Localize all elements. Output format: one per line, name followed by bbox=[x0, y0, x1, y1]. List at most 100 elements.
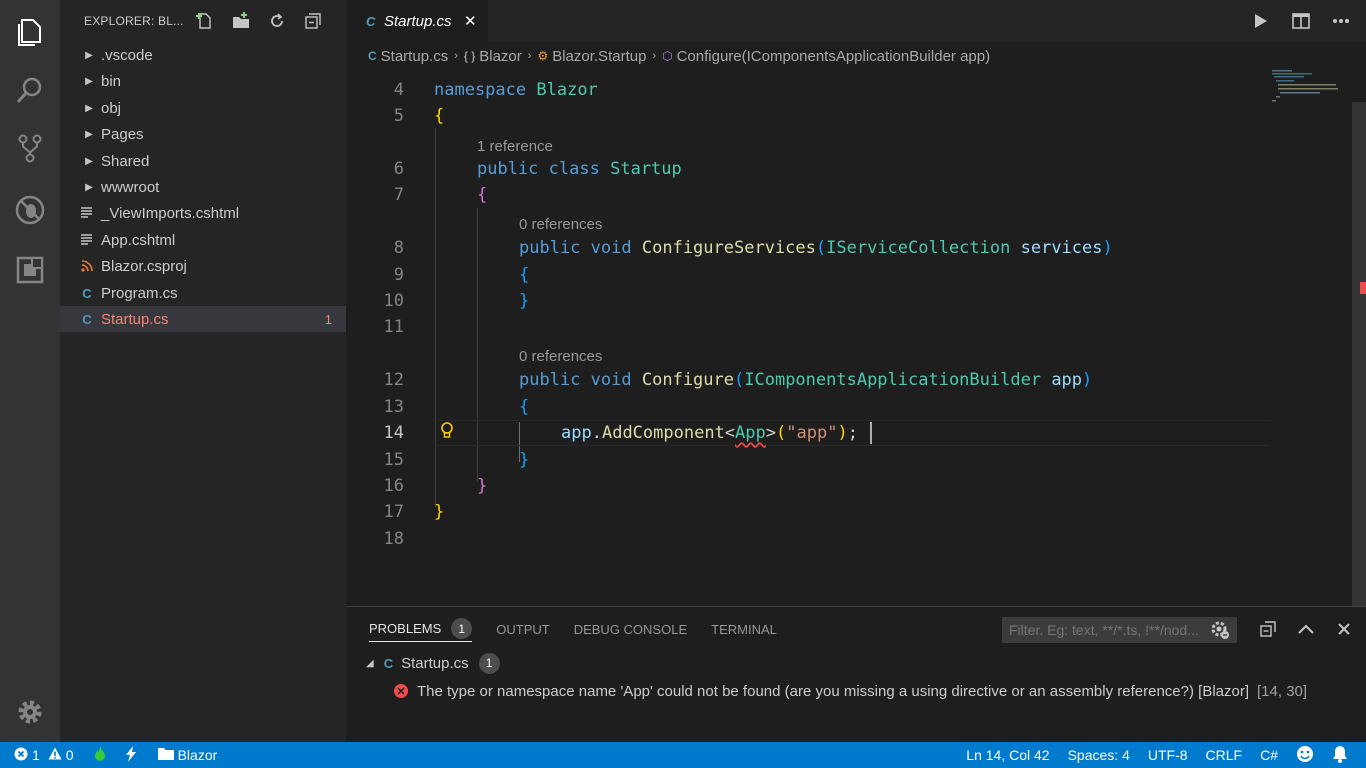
punctuation: < bbox=[724, 423, 736, 443]
vertical-scrollbar[interactable] bbox=[1352, 102, 1366, 606]
file-lines-icon bbox=[79, 232, 95, 248]
file-blazor-csproj[interactable]: Blazor.csproj bbox=[60, 253, 346, 279]
split-editor-icon[interactable] bbox=[1290, 10, 1312, 32]
tab-label: Startup.cs bbox=[384, 12, 452, 30]
new-file-icon[interactable] bbox=[194, 10, 216, 32]
folder-vscode[interactable]: ▶ .vscode bbox=[60, 42, 346, 68]
lightning-icon[interactable] bbox=[125, 745, 136, 765]
collapse-all-icon[interactable] bbox=[1258, 619, 1278, 639]
code-lens[interactable]: 0 references bbox=[519, 348, 602, 365]
code-lens[interactable]: 0 references bbox=[519, 216, 602, 233]
collapse-all-icon[interactable] bbox=[302, 10, 324, 32]
file-program-cs[interactable]: C Program.cs bbox=[60, 280, 346, 306]
file-startup-cs[interactable]: C Startup.cs 1 bbox=[60, 306, 346, 332]
status-bar: 1 0 Blazor Ln 14, Col 42 Spaces: 4 UTF-8… bbox=[0, 742, 1366, 768]
breadcrumb-method[interactable]: ⬡ Configure(IComponentsApplicationBuilde… bbox=[662, 48, 990, 65]
file-app-cshtml[interactable]: App.cshtml bbox=[60, 227, 346, 253]
problem-file-row[interactable]: ◢ C Startup.cs 1 bbox=[366, 651, 500, 675]
folder-bin[interactable]: ▶ bin bbox=[60, 68, 346, 94]
brace: } bbox=[519, 291, 530, 311]
notifications-bell-icon[interactable] bbox=[1332, 745, 1348, 766]
run-icon[interactable] bbox=[1250, 10, 1272, 32]
close-panel-icon[interactable] bbox=[1334, 619, 1354, 639]
tab-problems[interactable]: PROBLEMS 1 bbox=[369, 616, 473, 642]
problem-item[interactable]: ✕ The type or namespace name 'App' could… bbox=[394, 679, 1307, 703]
folder-shared[interactable]: ▶ Shared bbox=[60, 148, 346, 174]
chevron-right-icon: ▶ bbox=[85, 128, 93, 140]
search-icon[interactable] bbox=[10, 70, 50, 110]
line-number: 18 bbox=[383, 529, 404, 549]
tree-item-label: Shared bbox=[101, 152, 150, 170]
tab-debug-console[interactable]: DEBUG CONSOLE bbox=[574, 607, 687, 651]
breadcrumb-namespace[interactable]: { } Blazor bbox=[464, 48, 522, 65]
close-icon[interactable]: ✕ bbox=[464, 12, 477, 30]
code-editor[interactable]: 4 5 6 7 8 9 10 11 12 13 14 15 16 17 18 n… bbox=[346, 70, 1366, 606]
maximize-panel-icon[interactable] bbox=[1296, 619, 1316, 639]
tab-startup-cs[interactable]: C Startup.cs ✕ bbox=[346, 0, 488, 42]
gear-icon[interactable] bbox=[10, 692, 50, 732]
line-number: 10 bbox=[383, 291, 404, 311]
encoding[interactable]: UTF-8 bbox=[1148, 747, 1188, 763]
problem-message: The type or namespace name 'App' could n… bbox=[417, 682, 1250, 700]
indentation[interactable]: Spaces: 4 bbox=[1068, 747, 1130, 763]
folder-pages[interactable]: ▶ Pages bbox=[60, 121, 346, 147]
cursor-position[interactable]: Ln 14, Col 42 bbox=[966, 747, 1049, 763]
breadcrumb-class[interactable]: ⚙ Blazor.Startup bbox=[537, 48, 646, 65]
minimap[interactable] bbox=[1270, 70, 1350, 110]
breadcrumb-file[interactable]: C Startup.cs bbox=[368, 48, 448, 65]
extensions-icon[interactable] bbox=[10, 250, 50, 290]
folder-obj[interactable]: ▶ obj bbox=[60, 95, 346, 121]
error-squiggle-type[interactable]: App bbox=[735, 423, 766, 443]
method-name: ConfigureServices bbox=[641, 238, 816, 258]
line-number: 8 bbox=[393, 238, 404, 258]
problems-filter-input[interactable] bbox=[1002, 617, 1237, 643]
line-number: 17 bbox=[383, 502, 404, 522]
refresh-icon[interactable] bbox=[266, 10, 288, 32]
variable: app bbox=[561, 423, 592, 443]
breadcrumb-label: Configure(IComponentsApplicationBuilder … bbox=[676, 47, 991, 65]
line-ending[interactable]: CRLF bbox=[1206, 747, 1243, 763]
project-selector[interactable]: Blazor bbox=[157, 747, 217, 763]
code-line-active: app.AddComponent<App>("app"); bbox=[561, 423, 858, 443]
tree-item-label: bin bbox=[101, 72, 122, 90]
breadcrumb-label: Startup.cs bbox=[380, 47, 449, 65]
source-control-icon[interactable] bbox=[10, 128, 50, 168]
more-actions-icon[interactable] bbox=[1330, 10, 1352, 32]
code-lens[interactable]: 1 reference bbox=[477, 138, 553, 155]
folder-wwwroot[interactable]: ▶ wwwroot bbox=[60, 174, 346, 200]
line-number: 9 bbox=[393, 265, 404, 285]
line-number: 4 bbox=[393, 80, 404, 100]
code-line: } bbox=[477, 476, 487, 496]
tree-item-label: _ViewImports.cshtml bbox=[101, 204, 240, 222]
explorer-title: EXPLORER: BL... bbox=[84, 14, 184, 28]
code-line: { bbox=[519, 265, 529, 285]
namespace-icon: { } bbox=[463, 49, 476, 63]
filter-settings-icon[interactable] bbox=[1210, 620, 1230, 643]
class-icon: ⚙ bbox=[537, 49, 549, 63]
line-number: 16 bbox=[383, 476, 404, 496]
error-icon: ✕ bbox=[394, 684, 408, 698]
problem-count-badge: 1 bbox=[324, 311, 332, 327]
paren: ( bbox=[734, 370, 745, 390]
flame-icon[interactable] bbox=[94, 745, 106, 765]
keyword: namespace bbox=[434, 80, 527, 100]
tab-terminal[interactable]: TERMINAL bbox=[711, 607, 777, 651]
code-line: } bbox=[434, 502, 444, 522]
lightbulb-icon[interactable] bbox=[440, 422, 454, 445]
problems-status[interactable]: 1 0 bbox=[14, 747, 74, 764]
explorer-icon[interactable] bbox=[10, 12, 50, 52]
breadcrumb: C Startup.cs › { } Blazor › ⚙ Blazor.Sta… bbox=[346, 42, 1366, 70]
file-viewimports[interactable]: _ViewImports.cshtml bbox=[60, 200, 346, 226]
new-folder-icon[interactable] bbox=[230, 10, 252, 32]
feedback-smiley-icon[interactable] bbox=[1296, 745, 1314, 766]
debug-icon[interactable] bbox=[10, 190, 50, 230]
code-line: namespace Blazor bbox=[434, 80, 598, 100]
language-mode[interactable]: C# bbox=[1260, 747, 1278, 763]
line-number: 7 bbox=[393, 185, 404, 205]
error-count: 1 bbox=[32, 747, 40, 763]
tab-output[interactable]: OUTPUT bbox=[496, 607, 549, 651]
line-number: 5 bbox=[393, 106, 404, 126]
tree-item-label: App.cshtml bbox=[101, 231, 176, 249]
punctuation: > bbox=[765, 423, 777, 443]
punctuation: ; bbox=[847, 423, 858, 443]
